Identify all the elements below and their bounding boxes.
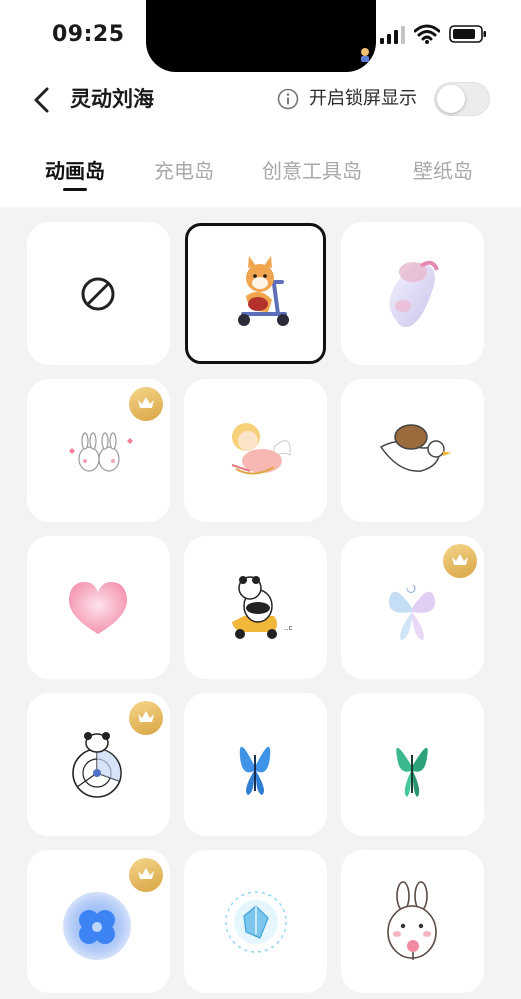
crown-icon bbox=[452, 554, 468, 565]
tab-animation-island[interactable]: 动画岛 bbox=[45, 156, 105, 186]
tab-wallpaper-island[interactable]: 壁纸岛 bbox=[413, 156, 473, 186]
heart-icon bbox=[68, 582, 128, 634]
back-chevron-icon[interactable] bbox=[28, 84, 56, 116]
crown-icon bbox=[138, 397, 154, 408]
capybara-goose-icon bbox=[379, 424, 451, 472]
tab-creative-tools-island[interactable]: 创意工具岛 bbox=[262, 156, 362, 186]
grid-item-blue-butterfly[interactable] bbox=[184, 693, 327, 836]
active-tab-indicator bbox=[63, 188, 87, 191]
grid-item-none[interactable] bbox=[27, 222, 170, 365]
svg-text:..c: ..c bbox=[284, 624, 292, 632]
status-time: 09:25 bbox=[52, 22, 125, 47]
grid-item-blue-swirl[interactable] bbox=[27, 850, 170, 993]
grid-item-corgi-scooter[interactable] bbox=[185, 223, 326, 364]
island-mini-sprite-icon bbox=[361, 48, 369, 62]
bunny-lollipop-icon bbox=[387, 881, 437, 960]
crown-icon bbox=[138, 711, 154, 722]
grid-item-capybara-goose[interactable] bbox=[341, 379, 484, 522]
3d-bunny-icon bbox=[389, 260, 439, 328]
none-icon bbox=[81, 277, 115, 311]
grid-item-crystal-butterfly[interactable] bbox=[341, 536, 484, 679]
premium-crown-badge bbox=[129, 858, 163, 892]
page-title: 灵动刘海 bbox=[70, 87, 154, 111]
grid-item-cupid[interactable] bbox=[184, 379, 327, 522]
grid-item-ice-crystal[interactable] bbox=[184, 850, 327, 993]
premium-crown-badge bbox=[443, 544, 477, 578]
grid-item-bunny-lollipop[interactable] bbox=[341, 850, 484, 993]
grid-item-panda-scooter[interactable]: ..c bbox=[184, 536, 327, 679]
premium-crown-badge bbox=[129, 701, 163, 735]
info-icon[interactable] bbox=[277, 88, 299, 110]
lock-screen-label: 开启锁屏显示 bbox=[309, 88, 417, 109]
ice-crystal-icon bbox=[225, 891, 287, 953]
premium-crown-badge bbox=[129, 387, 163, 421]
lock-screen-toggle[interactable] bbox=[434, 82, 490, 116]
grid-item-3d-bunny[interactable] bbox=[341, 222, 484, 365]
green-butterfly-icon bbox=[396, 747, 428, 797]
cupid-icon bbox=[231, 423, 291, 475]
wifi-icon bbox=[414, 24, 440, 44]
cellular-signal-icon bbox=[380, 26, 405, 44]
corgi-scooter-icon bbox=[238, 256, 289, 326]
panda-scooter-icon: ..c bbox=[232, 576, 292, 639]
battery-icon bbox=[449, 25, 486, 43]
dynamic-island bbox=[146, 0, 376, 72]
grid-item-green-butterfly[interactable] bbox=[341, 693, 484, 836]
crown-icon bbox=[138, 868, 154, 879]
tab-charging-island[interactable]: 充电岛 bbox=[154, 156, 214, 186]
grid-item-heart[interactable] bbox=[27, 536, 170, 679]
grid-item-twin-bunnies[interactable] bbox=[27, 379, 170, 522]
blue-butterfly-icon bbox=[239, 746, 271, 795]
grid-item-panda-fan[interactable] bbox=[27, 693, 170, 836]
toggle-knob bbox=[437, 85, 465, 113]
